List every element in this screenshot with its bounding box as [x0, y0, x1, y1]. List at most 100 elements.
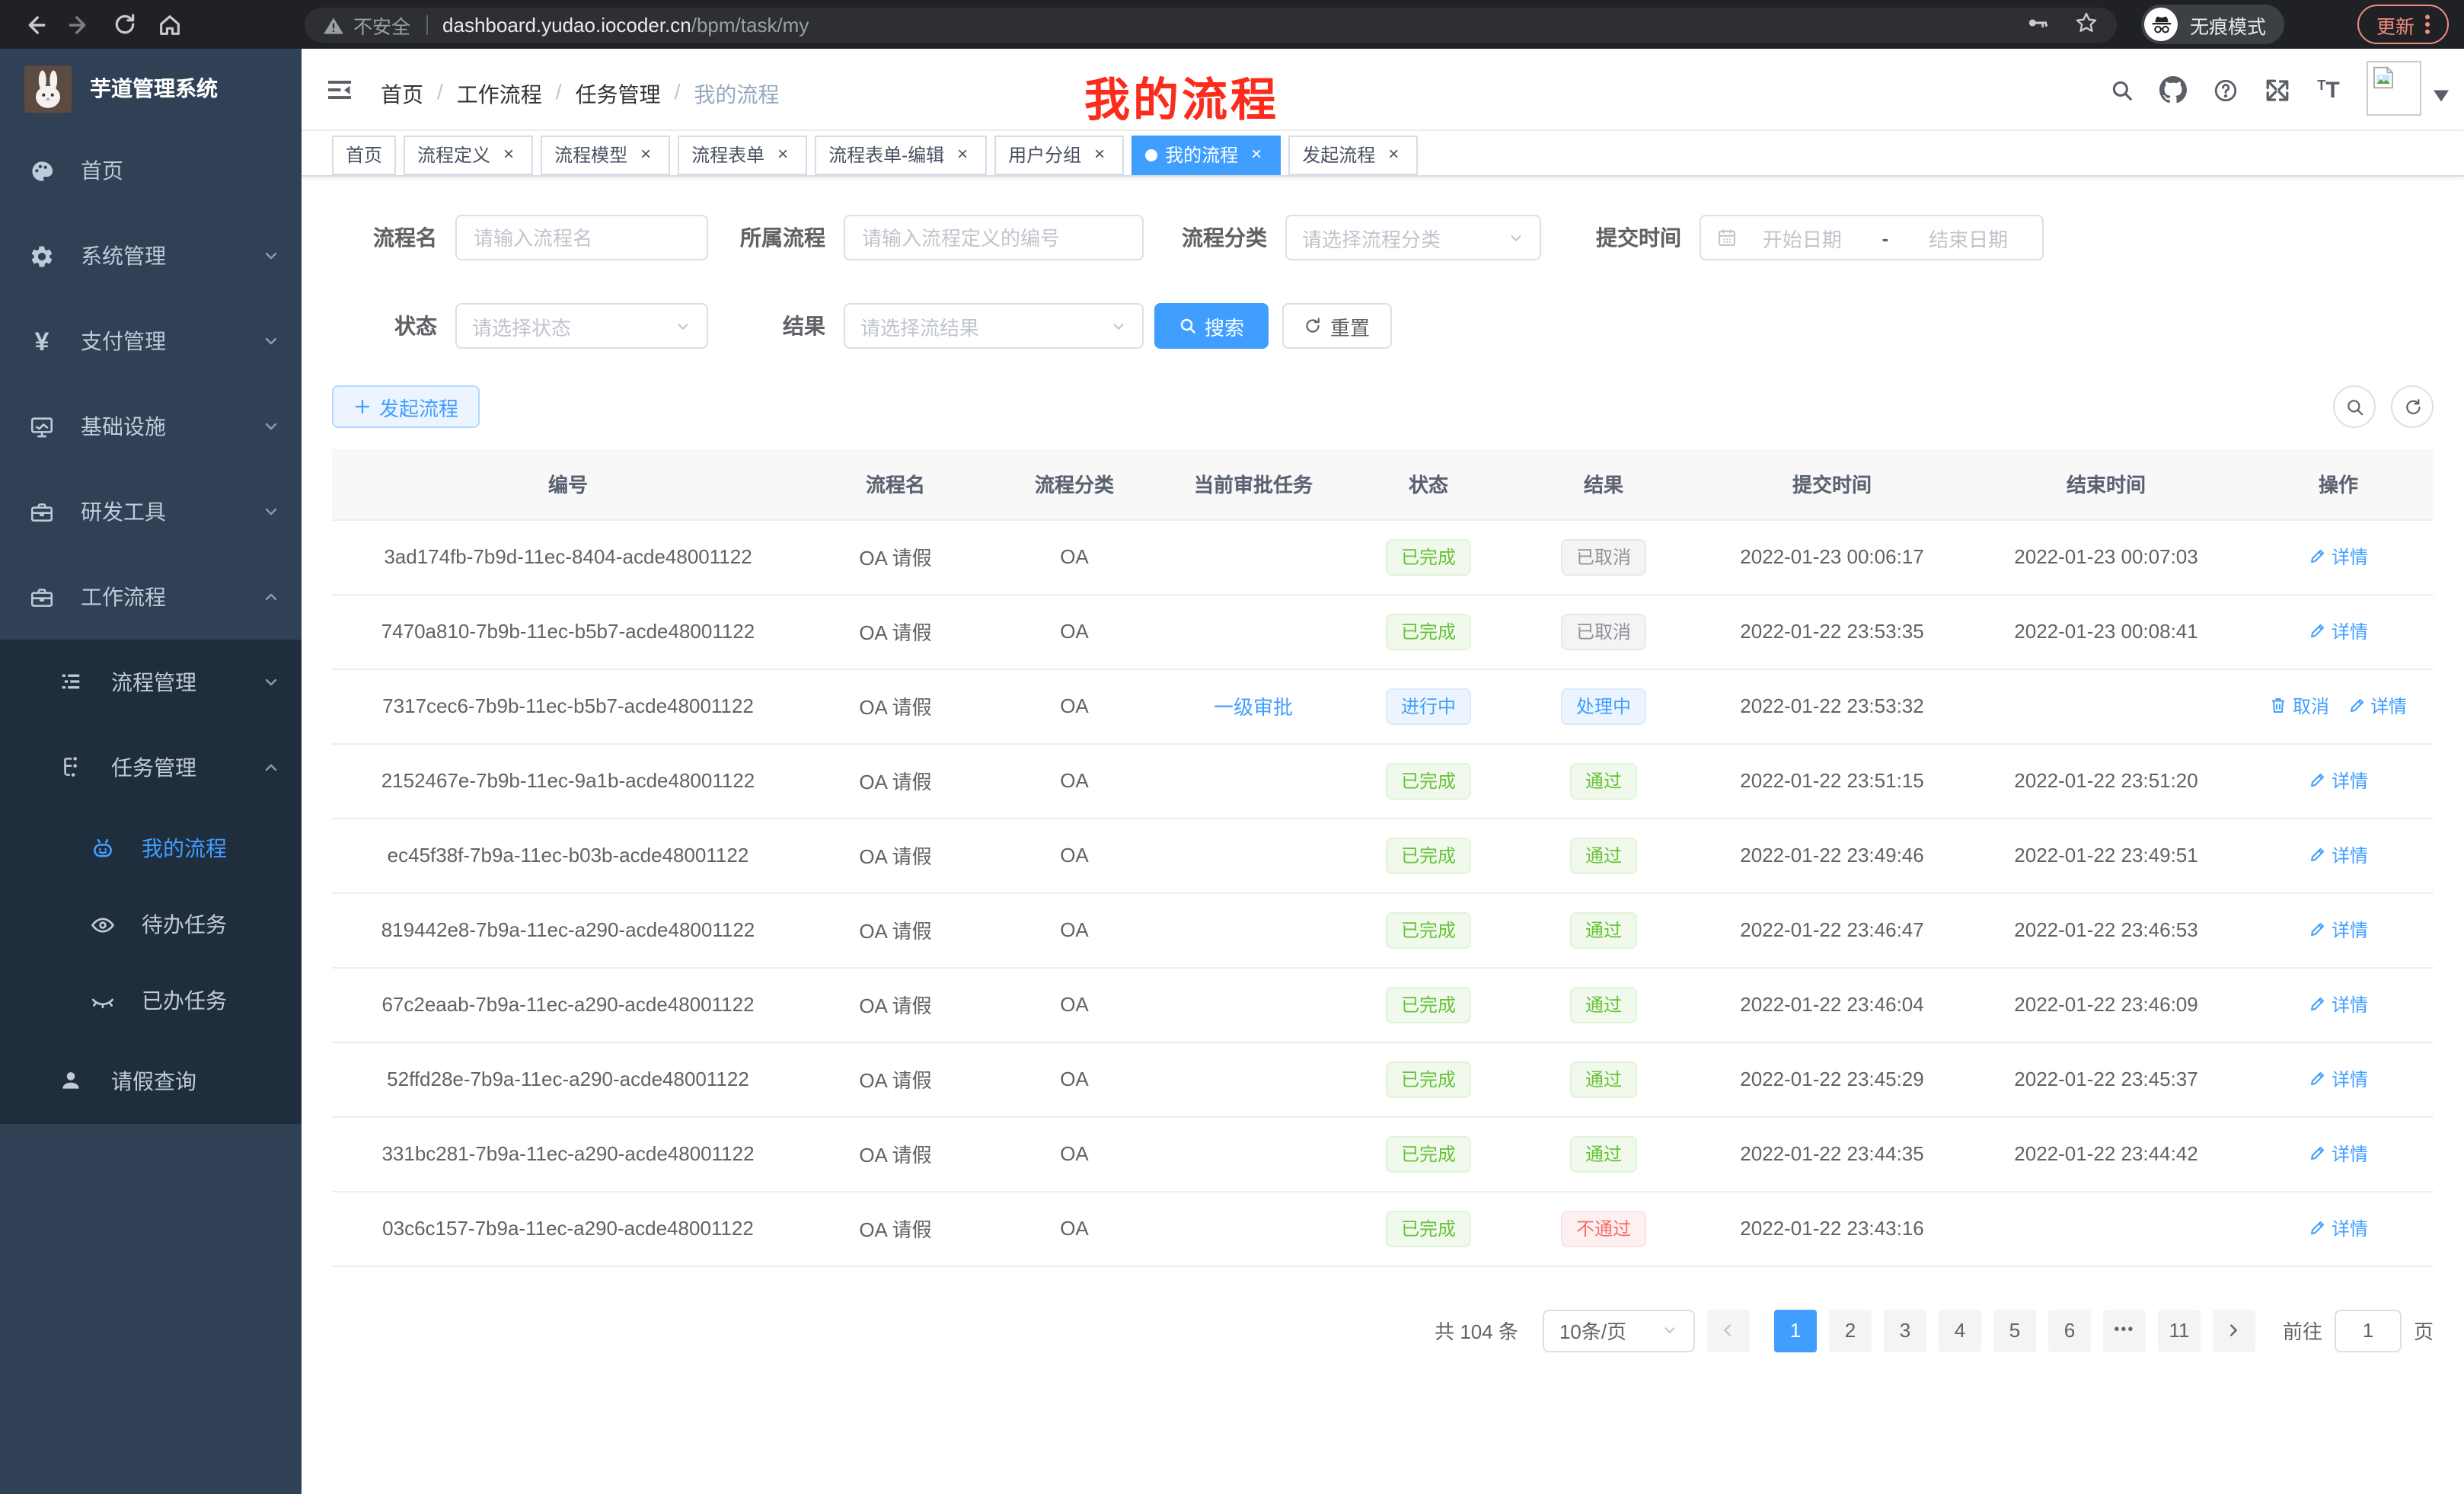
tab-close-icon[interactable]: × [952, 144, 973, 165]
page-button-1[interactable]: 1 [1774, 1309, 1817, 1352]
action-详情[interactable]: 详情 [2309, 1215, 2368, 1241]
cell-status: 已完成 [1345, 818, 1512, 892]
action-取消[interactable]: 取消 [2270, 693, 2329, 719]
tab-close-icon[interactable]: × [772, 144, 793, 165]
url-bar[interactable]: 不安全 dashboard.yudao.iocoder.cn /bpm/task… [305, 8, 2117, 43]
tab-close-icon[interactable]: × [635, 144, 656, 165]
user-avatar[interactable] [2367, 61, 2449, 116]
sidebar-fold-icon[interactable] [326, 76, 353, 111]
tab-流程模型[interactable]: 流程模型× [541, 135, 670, 174]
table-search-toggle-icon[interactable] [2333, 385, 2376, 428]
page-size-select[interactable]: 10条/页 [1543, 1309, 1695, 1352]
action-详情[interactable]: 详情 [2309, 1066, 2368, 1092]
sidebar-logo-row[interactable]: 芋道管理系统 [0, 49, 302, 128]
browser-home-icon[interactable] [157, 11, 183, 37]
search-button[interactable]: 搜索 [1154, 303, 1269, 349]
prev-page-button[interactable] [1707, 1309, 1750, 1352]
sidebar-item-task-mgmt[interactable]: 任务管理 [0, 725, 302, 810]
bookmark-star-icon[interactable] [2074, 11, 2099, 40]
page-button-11[interactable]: 11 [2158, 1309, 2201, 1352]
sidebar-item-system[interactable]: 系统管理 [0, 213, 302, 298]
page-jump-input[interactable] [2335, 1309, 2402, 1352]
create-process-button[interactable]: 发起流程 [332, 385, 480, 428]
cell-actions: 详情 [2243, 818, 2434, 892]
sidebar-item-todo-tasks[interactable]: 待办任务 [0, 886, 302, 962]
navbar: 首页 / 工作流程 / 任务管理 / 我的流程 我的流程 TT [302, 49, 2464, 131]
tab-close-icon[interactable]: × [1383, 144, 1404, 165]
monitor-icon [29, 413, 55, 439]
tab-流程表单-编辑[interactable]: 流程表单-编辑× [815, 135, 987, 174]
tab-用户分组[interactable]: 用户分组× [994, 135, 1124, 174]
breadcrumb-item[interactable]: 任务管理 [576, 79, 661, 110]
category-select[interactable]: 请选择流程分类 [1285, 215, 1541, 260]
tab-流程定义[interactable]: 流程定义× [404, 135, 533, 174]
tab-close-icon[interactable]: × [1089, 144, 1110, 165]
tab-close-icon[interactable]: × [498, 144, 519, 165]
browser-reload-icon[interactable] [113, 12, 137, 37]
breadcrumb-item[interactable]: 工作流程 [457, 79, 542, 110]
table-row: 819442e8-7b9a-11ec-a290-acde48001122OA 请… [332, 892, 2434, 967]
page-content: 流程名 所属流程 流程分类 请选择流程分类 提交时间 开始日期 - 结束日期 [302, 215, 2464, 1352]
breadcrumb: 首页 / 工作流程 / 任务管理 / 我的流程 [381, 79, 779, 110]
browser-update-button[interactable]: 更新 [2357, 5, 2449, 44]
table-refresh-icon[interactable] [2391, 385, 2434, 428]
process-definition-input[interactable] [844, 215, 1144, 260]
action-详情[interactable]: 详情 [2309, 917, 2368, 943]
sidebar-item-leave-query[interactable]: 请假查询 [0, 1039, 302, 1124]
chevron-down-icon [262, 673, 280, 691]
browser-forward-icon[interactable] [67, 11, 93, 37]
sidebar-item-process-mgmt[interactable]: 流程管理 [0, 640, 302, 725]
help-icon[interactable] [2199, 77, 2251, 103]
cell-actions: 详情 [2243, 1042, 2434, 1116]
browser-back-icon[interactable] [21, 11, 47, 37]
status-select[interactable]: 请选择状态 [455, 303, 708, 349]
refresh-icon [1304, 317, 1323, 335]
sidebar-item-my-process[interactable]: 我的流程 [0, 810, 302, 886]
tab-close-icon[interactable]: × [1246, 144, 1267, 165]
action-详情[interactable]: 详情 [2309, 768, 2368, 793]
action-详情[interactable]: 详情 [2309, 1141, 2368, 1167]
reset-button[interactable]: 重置 [1282, 303, 1392, 349]
action-详情[interactable]: 详情 [2309, 544, 2368, 570]
sidebar-item-pay[interactable]: ¥ 支付管理 [0, 298, 302, 384]
eye-icon [90, 911, 116, 937]
fullscreen-icon[interactable] [2251, 77, 2303, 103]
tab-流程表单[interactable]: 流程表单× [678, 135, 807, 174]
page-button-2[interactable]: 2 [1829, 1309, 1872, 1352]
tab-发起流程[interactable]: 发起流程× [1288, 135, 1418, 174]
password-key-icon[interactable] [2025, 11, 2050, 40]
sidebar-item-home[interactable]: 首页 [0, 128, 302, 213]
sidebar-item-workflow[interactable]: 工作流程 [0, 554, 302, 640]
sidebar-item-label: 系统管理 [81, 241, 166, 271]
breadcrumb-item[interactable]: 首页 [381, 79, 423, 110]
submit-time-range-picker[interactable]: 开始日期 - 结束日期 [1700, 215, 2044, 260]
font-size-icon[interactable]: TT [2303, 77, 2354, 103]
page-suffix-label: 页 [2414, 1316, 2434, 1345]
current-task-link[interactable]: 一级审批 [1214, 696, 1293, 719]
sidebar-item-done-tasks[interactable]: 已办任务 [0, 962, 302, 1039]
action-详情[interactable]: 详情 [2348, 693, 2407, 719]
update-label: 更新 [2376, 10, 2415, 39]
action-详情[interactable]: 详情 [2309, 618, 2368, 644]
page-button-6[interactable]: 6 [2048, 1309, 2091, 1352]
page-button-3[interactable]: 3 [1884, 1309, 1926, 1352]
cell-submit-time: 2022-01-22 23:46:47 [1695, 892, 1969, 967]
github-icon[interactable] [2147, 76, 2199, 104]
sidebar-item-devtools[interactable]: 研发工具 [0, 469, 302, 554]
sidebar-item-infra[interactable]: 基础设施 [0, 384, 302, 469]
tab-我的流程[interactable]: 我的流程× [1131, 135, 1281, 174]
status-badge: 已完成 [1386, 837, 1471, 873]
next-page-button[interactable] [2213, 1309, 2255, 1352]
action-详情[interactable]: 详情 [2309, 991, 2368, 1017]
result-select[interactable]: 请选择流结果 [844, 303, 1144, 349]
search-icon[interactable] [2095, 77, 2147, 103]
cell-id: 3ad174fb-7b9d-11ec-8404-acde48001122 [332, 519, 804, 594]
process-name-input[interactable] [455, 215, 708, 260]
page-more-button[interactable]: ••• [2103, 1309, 2146, 1352]
action-详情[interactable]: 详情 [2309, 842, 2368, 868]
page-button-4[interactable]: 4 [1939, 1309, 1981, 1352]
col-status: 状态 [1345, 449, 1512, 519]
tab-首页[interactable]: 首页 [332, 135, 396, 174]
sidebar-item-label: 首页 [81, 155, 123, 186]
page-button-5[interactable]: 5 [1993, 1309, 2036, 1352]
